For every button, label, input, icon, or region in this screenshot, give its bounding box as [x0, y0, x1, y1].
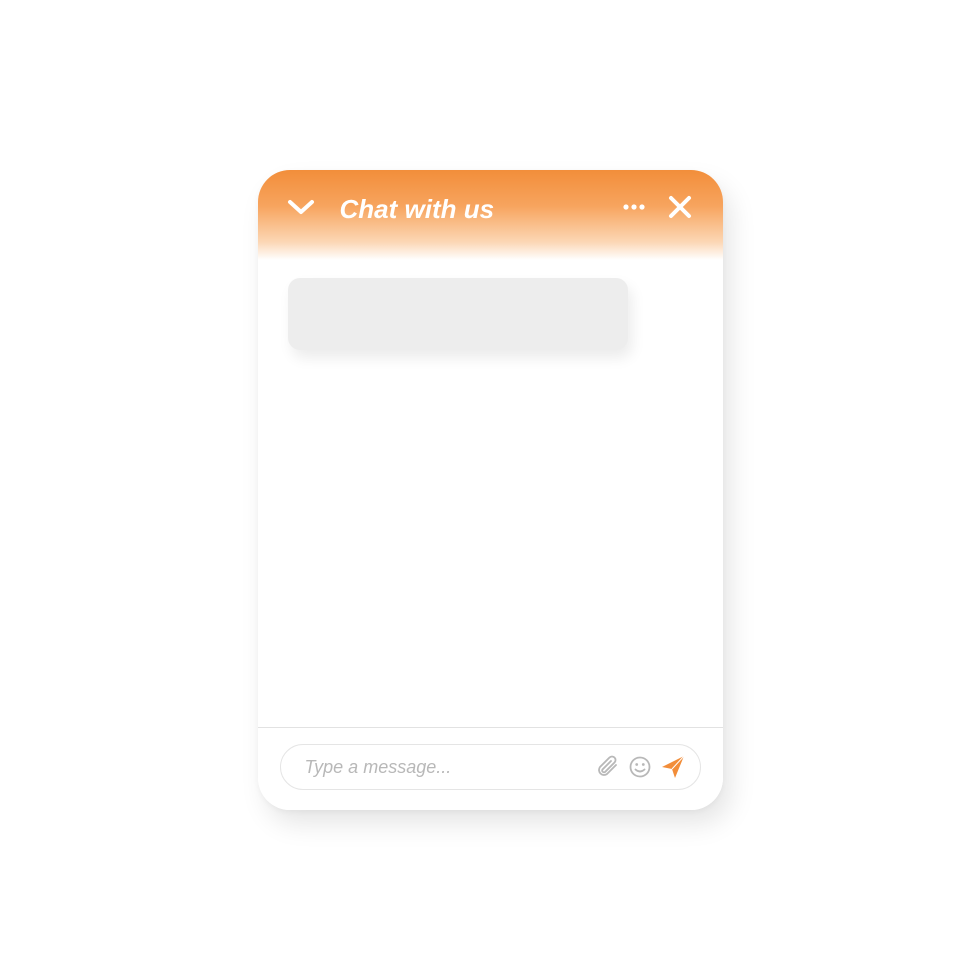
more-icon[interactable]	[619, 192, 649, 222]
message-input[interactable]	[305, 757, 588, 778]
chat-footer	[258, 727, 723, 810]
chat-title: Chat with us	[332, 192, 503, 225]
close-icon[interactable]	[665, 192, 695, 222]
emoji-icon[interactable]	[628, 755, 652, 779]
chat-body	[258, 260, 723, 727]
message-input-container	[280, 744, 701, 790]
attachment-icon[interactable]	[596, 755, 620, 779]
send-icon[interactable]	[660, 754, 686, 780]
chat-header: Chat with us	[258, 170, 723, 260]
collapse-icon[interactable]	[286, 192, 316, 222]
chat-widget: Chat with us	[258, 170, 723, 810]
message-bubble	[288, 278, 628, 350]
